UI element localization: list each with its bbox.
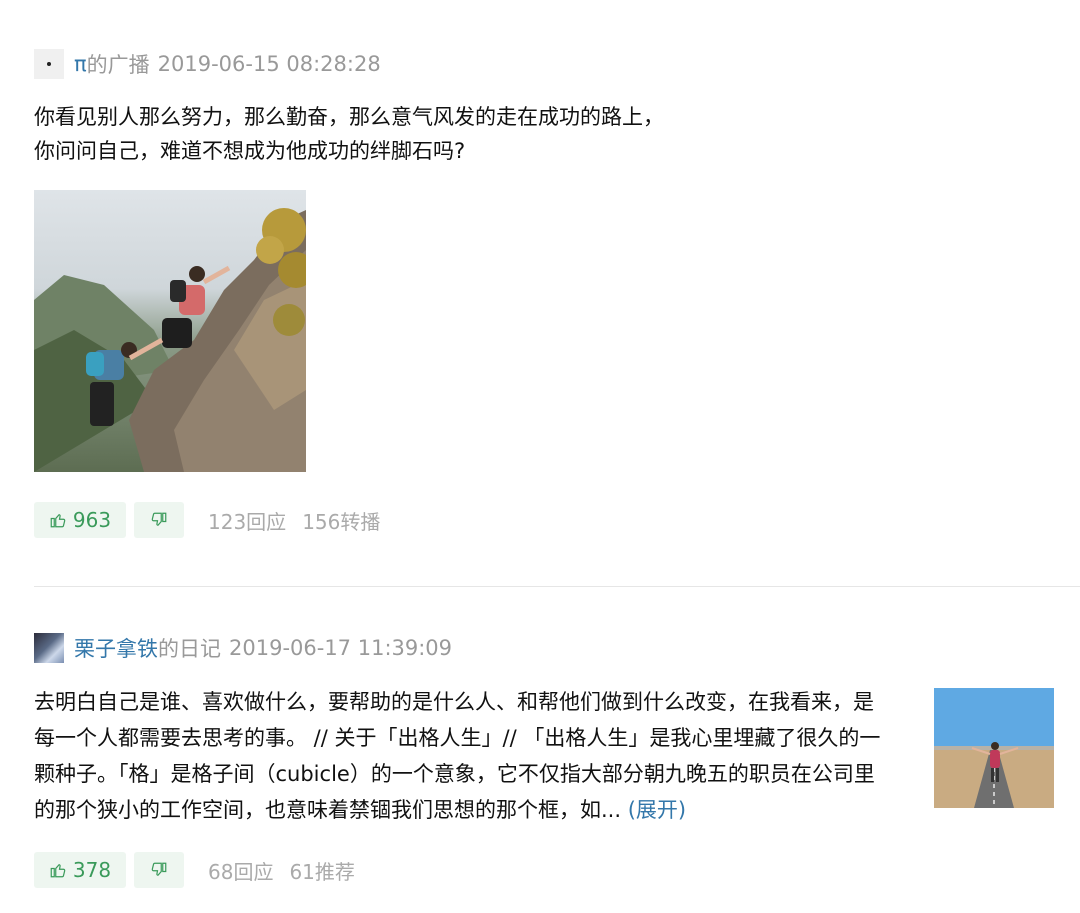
- feed-item-diary: 栗子拿铁 的日记 2019-06-17 11:39:09 去明白自己是谁、喜欢做…: [34, 628, 1080, 888]
- like-count: 378: [72, 858, 112, 882]
- post-meta: π 的广播 2019-06-15 08:28:28: [34, 44, 1080, 84]
- post-excerpt: 去明白自己是谁、喜欢做什么，要帮助的是什么人、和帮他们做到什么改变，在我看来，是…: [34, 684, 884, 828]
- thumbs-up-icon: [50, 514, 66, 528]
- feed-divider: [34, 586, 1080, 587]
- post-text-line: 你看见别人那么努力，那么勤奋，那么意气风发的走在成功的路上，: [34, 105, 664, 129]
- share-count[interactable]: 156转播: [302, 506, 380, 535]
- desert-road-illustration: [934, 688, 1054, 808]
- post-actions: 378 68回应 61推荐: [34, 852, 355, 888]
- expand-link[interactable]: (展开): [628, 798, 686, 822]
- post-excerpt-text: 去明白自己是谁、喜欢做什么，要帮助的是什么人、和帮他们做到什么改变，在我看来，是…: [34, 690, 881, 822]
- feed-item-broadcast: π 的广播 2019-06-15 08:28:28 你看见别人那么努力，那么勤奋…: [34, 44, 1080, 538]
- post-meta: 栗子拿铁 的日记 2019-06-17 11:39:09: [34, 628, 1080, 668]
- hikers-climbing-illustration: [34, 208, 306, 472]
- reply-count[interactable]: 68回应: [208, 856, 273, 885]
- like-count: 963: [72, 508, 112, 532]
- post-text-line: 你问问自己，难道不想成为他成功的绊脚石吗?: [34, 139, 466, 163]
- reply-count[interactable]: 123回应: [208, 506, 286, 535]
- like-button[interactable]: 378: [34, 852, 126, 888]
- author-link[interactable]: 栗子拿铁: [74, 633, 158, 663]
- author-link[interactable]: π: [74, 52, 87, 76]
- post-time: 2019-06-17 11:39:09: [229, 636, 453, 660]
- thumbs-up-icon: [50, 864, 66, 878]
- thumbs-down-icon: [151, 512, 167, 526]
- post-actions: 963 123回应 156转播: [34, 502, 380, 538]
- like-button[interactable]: 963: [34, 502, 126, 538]
- thumbs-down-icon: [151, 862, 167, 876]
- post-kind: 的日记: [158, 637, 221, 661]
- post-kind: 的广播: [86, 53, 150, 77]
- post-time: 2019-06-15 08:28:28: [157, 52, 381, 76]
- avatar-dot: [47, 62, 51, 66]
- dislike-button[interactable]: [134, 852, 184, 888]
- recommend-count[interactable]: 61推荐: [289, 856, 354, 885]
- avatar[interactable]: [34, 633, 64, 663]
- post-text: 你看见别人那么努力，那么勤奋，那么意气风发的走在成功的路上， 你问问自己，难道不…: [34, 100, 664, 168]
- avatar[interactable]: [34, 49, 64, 79]
- dislike-button[interactable]: [134, 502, 184, 538]
- post-thumbnail[interactable]: [934, 688, 1054, 808]
- post-image[interactable]: [34, 190, 306, 472]
